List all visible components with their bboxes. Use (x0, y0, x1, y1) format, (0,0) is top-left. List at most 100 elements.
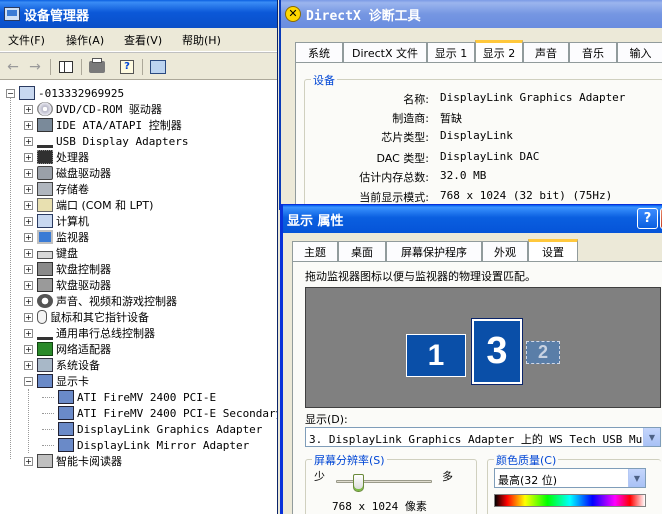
tree-item[interactable]: ATI FireMV 2400 PCI-E (42, 389, 216, 405)
expand-icon[interactable]: + (24, 216, 33, 226)
scan-hardware-button[interactable] (147, 56, 169, 77)
tab-input[interactable]: 输入 (617, 42, 662, 62)
help-title-button[interactable]: ? (637, 208, 658, 229)
tree-item[interactable]: + 监视器 (24, 229, 89, 245)
expand-icon[interactable]: + (24, 296, 33, 306)
tree-item-label: 显示卡 (56, 375, 89, 388)
device-manager-title: 设备管理器 (24, 8, 90, 24)
tree-item[interactable]: + 软盘驱动器 (24, 277, 111, 293)
toolbar-separator-3 (142, 59, 143, 75)
field-value: 32.0 MB (440, 169, 487, 182)
tree-item[interactable]: + 系统设备 (24, 357, 100, 373)
tree-item[interactable]: + 智能卡阅读器 (24, 453, 122, 469)
dxdiag-titlebar[interactable]: ✕ DirectX 诊断工具 (281, 0, 662, 28)
tab-settings[interactable]: 设置 (528, 239, 578, 261)
monitor-1[interactable]: 1 (406, 334, 466, 377)
expand-icon[interactable]: + (24, 344, 33, 354)
expand-icon[interactable]: + (24, 328, 33, 338)
display-select[interactable]: 3. DisplayLink Graphics Adapter 上的 WS Te… (305, 427, 661, 447)
monitor-2[interactable]: 2 (526, 341, 560, 364)
ide-controller-icon (37, 118, 53, 132)
expand-icon[interactable]: + (24, 456, 33, 466)
tree-item-label: 键盘 (56, 247, 78, 260)
tab-screen-saver[interactable]: 屏幕保护程序 (386, 241, 482, 261)
tab-display-1[interactable]: 显示 1 (427, 42, 475, 62)
expand-icon[interactable]: + (24, 264, 33, 274)
tree-item[interactable]: + 处理器 (24, 149, 89, 165)
tree-item-label: ATI FireMV 2400 PCI-E (77, 390, 217, 404)
expand-icon[interactable]: + (24, 104, 33, 114)
tree-item[interactable]: + 网络适配器 (24, 341, 111, 357)
tree-item[interactable]: − -013332969925 (6, 85, 124, 101)
tab-sound[interactable]: 声音 (523, 42, 569, 62)
tree-guide-line (28, 389, 29, 453)
expand-icon[interactable]: + (24, 120, 33, 130)
scan-hardware-icon (150, 59, 166, 74)
display-select-dropdown-button[interactable]: ▼ (643, 428, 660, 446)
forward-button[interactable]: → (24, 56, 46, 77)
resolution-more-label: 多 (442, 470, 453, 483)
print-button[interactable] (86, 56, 108, 77)
field-label: 当前显示模式: (359, 191, 429, 204)
monitor-icon (37, 230, 53, 244)
tree-item[interactable]: DisplayLink Graphics Adapter (42, 421, 262, 437)
tree-item[interactable]: + 鼠标和其它指针设备 (24, 309, 149, 325)
tree-item[interactable]: + 通用串行总线控制器 (24, 325, 155, 341)
tree-item[interactable]: − 显示卡 (24, 373, 89, 389)
menu-file[interactable]: 文件(F) (8, 32, 66, 48)
display-properties-tabs: 主题 桌面 屏幕保护程序 外观 设置 (292, 239, 662, 261)
device-manager-titlebar[interactable]: 设备管理器 (0, 0, 277, 28)
tree-item[interactable]: + 磁盘驱动器 (24, 165, 111, 181)
tree-item-label: DVD/CD-ROM 驱动器 (56, 103, 162, 116)
tree-item[interactable]: ATI FireMV 2400 PCI-E Secondary (42, 405, 277, 421)
expand-icon[interactable]: + (24, 168, 33, 178)
tree-item[interactable]: + 键盘 (24, 245, 78, 261)
expand-icon[interactable]: + (24, 184, 33, 194)
tab-display-2[interactable]: 显示 2 (475, 40, 523, 62)
tree-item[interactable]: + 声音、视频和游戏控制器 (24, 293, 177, 309)
tab-appearance[interactable]: 外观 (482, 241, 528, 261)
expand-icon[interactable]: + (24, 248, 33, 258)
floppy-drive-icon (37, 278, 53, 292)
storage-volume-icon (37, 182, 53, 196)
expand-icon[interactable]: + (24, 360, 33, 370)
tree-item-label: 通用串行总线控制器 (56, 327, 155, 340)
tab-directx-files[interactable]: DirectX 文件 (343, 42, 427, 62)
help-button[interactable]: ? (116, 56, 138, 77)
expand-icon[interactable]: + (24, 232, 33, 242)
tree-item[interactable]: + 软盘控制器 (24, 261, 111, 277)
tree-item[interactable]: + 存储卷 (24, 181, 89, 197)
expand-icon[interactable]: + (24, 136, 33, 146)
tree-item[interactable]: + 端口 (COM 和 LPT) (24, 197, 153, 213)
expand-icon[interactable]: + (24, 200, 33, 210)
tree-item[interactable]: + 计算机 (24, 213, 89, 229)
tree-item[interactable]: + DVD/CD-ROM 驱动器 (24, 101, 162, 117)
expand-icon[interactable]: + (24, 152, 33, 162)
field-value: 768 x 1024 (32 bit) (75Hz) (440, 189, 613, 202)
tab-desktop[interactable]: 桌面 (338, 241, 386, 261)
tab-music[interactable]: 音乐 (569, 42, 617, 62)
menu-view[interactable]: 查看(V) (124, 32, 182, 48)
resolution-slider[interactable] (336, 474, 432, 492)
expand-icon[interactable]: + (24, 312, 33, 322)
collapse-icon[interactable]: − (24, 376, 33, 386)
tab-system[interactable]: 系统 (295, 42, 343, 62)
resolution-slider-thumb[interactable] (353, 474, 364, 492)
color-quality-select[interactable]: 最高(32 位) ▼ (494, 468, 646, 488)
tree-guide-line (10, 97, 11, 459)
color-quality-dropdown-button[interactable]: ▼ (628, 469, 645, 487)
tree-item[interactable]: + USB Display Adapters (24, 133, 188, 149)
tree-item[interactable]: + IDE ATA/ATAPI 控制器 (24, 117, 182, 133)
menu-help[interactable]: 帮助(H) (182, 32, 240, 48)
tree-connector (42, 396, 54, 398)
back-button[interactable]: ← (2, 56, 24, 77)
display-properties-titlebar[interactable]: 显示 属性 ? ✕ (283, 205, 662, 233)
tree-item[interactable]: DisplayLink Mirror Adapter (42, 437, 249, 453)
tab-themes[interactable]: 主题 (292, 241, 338, 261)
show-hide-tree-button[interactable] (55, 56, 77, 77)
expand-icon[interactable]: + (24, 280, 33, 290)
monitor-3[interactable]: 3 (472, 319, 522, 384)
menu-action[interactable]: 操作(A) (66, 32, 124, 48)
display-adapter-icon (58, 406, 74, 420)
dxdiag-title: DirectX 诊断工具 (306, 8, 421, 24)
